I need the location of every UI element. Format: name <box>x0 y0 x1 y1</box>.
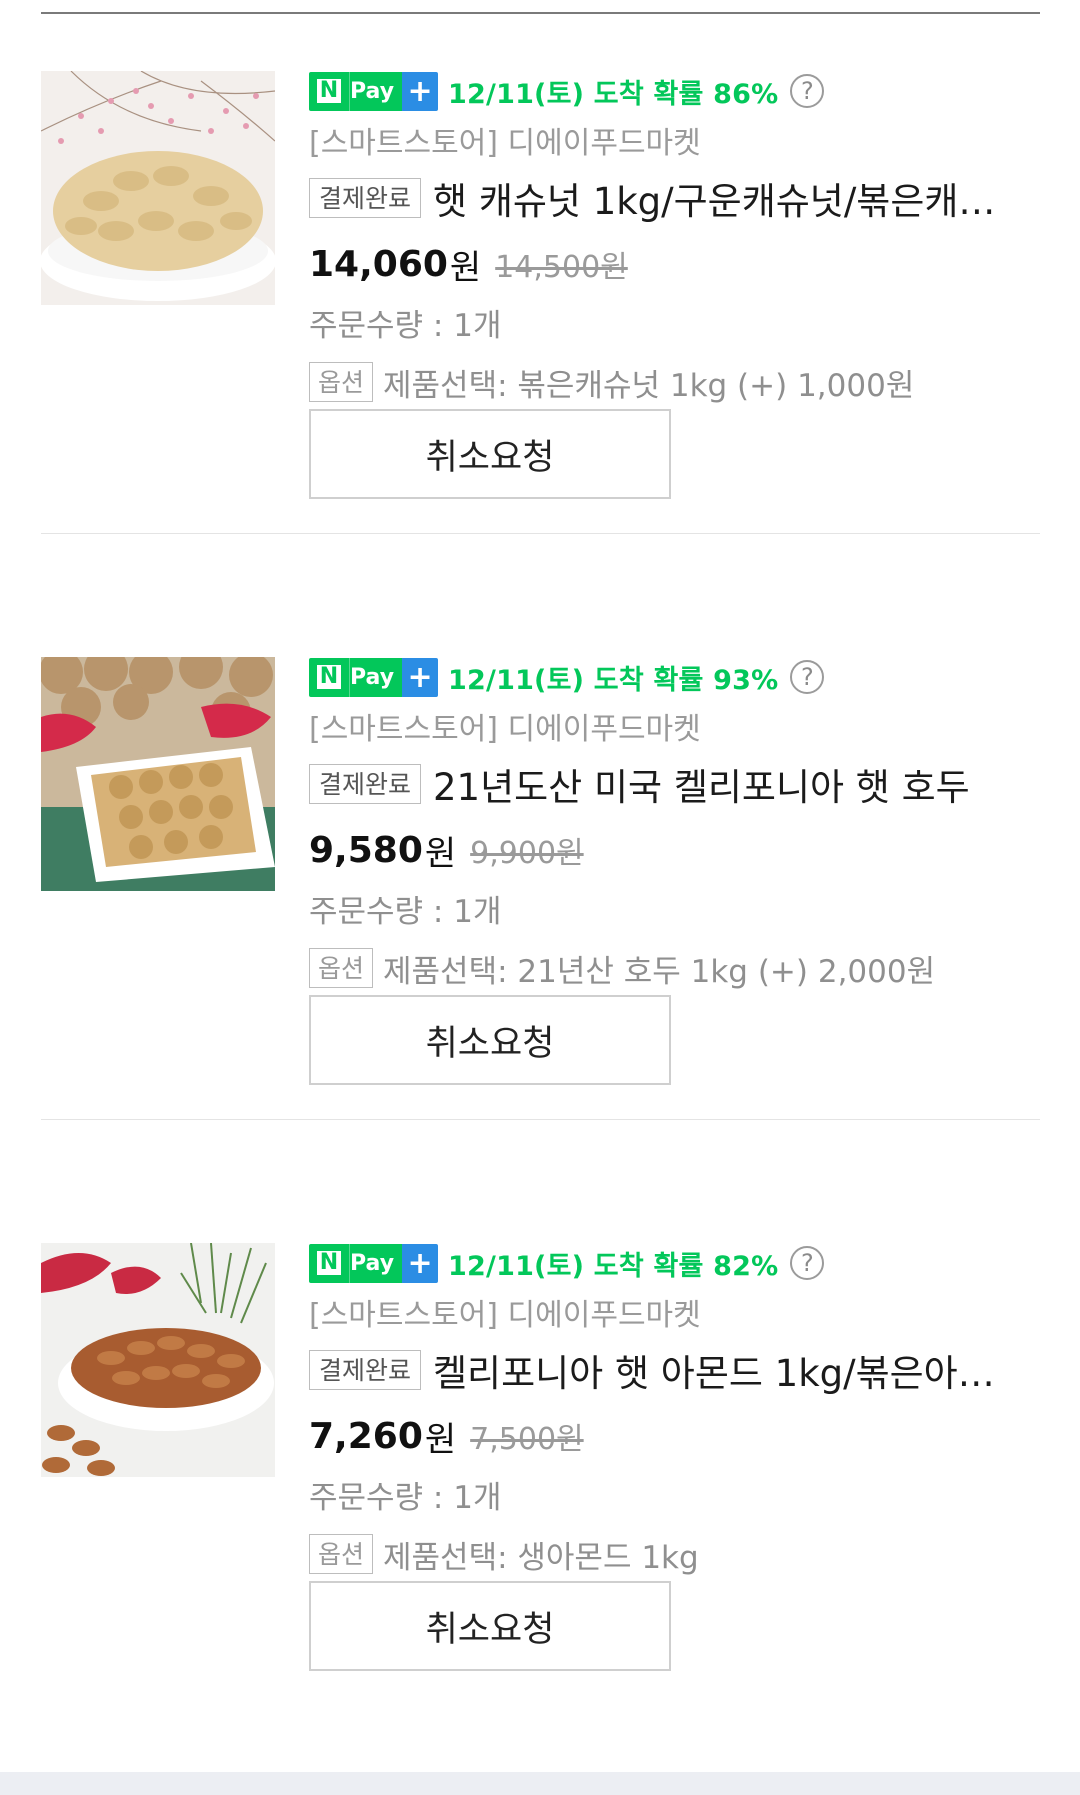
cancel-request-button[interactable]: 취소요청 <box>309 1581 671 1671</box>
option-badge: 옵션 <box>309 948 374 988</box>
plus-icon: + <box>402 1243 439 1283</box>
npay-n-logo: N <box>317 665 341 689</box>
npay-plus-badge: N Pay + <box>309 1243 439 1283</box>
delivery-estimate: 12/11(토) 도착 확률 86% <box>448 78 779 110</box>
product-title[interactable]: 햇 캐슈넛 1kg/구운캐슈넛/볶은캐슈넛 <box>433 172 1013 224</box>
option-text: 제품선택: 볶은캐슈넛 1kg (+) 1,000원 <box>383 367 915 404</box>
price-unit: 원 <box>424 1419 457 1460</box>
option-badge: 옵션 <box>309 1534 374 1574</box>
option-row: 옵션 제품선택: 21년산 호두 1kg (+) 2,000원 <box>309 942 1040 994</box>
help-icon[interactable]: ? <box>790 74 825 108</box>
sale-price: 9,580 <box>309 829 423 871</box>
delivery-estimate: 12/11(토) 도착 확률 82% <box>448 1250 779 1282</box>
title-row: 결제완료 켈리포니아 햇 아몬드 1kg/볶은아몬드 <box>309 1344 1040 1396</box>
walnut-image <box>41 657 275 891</box>
product-title[interactable]: 켈리포니아 햇 아몬드 1kg/볶은아몬드 <box>433 1344 1013 1396</box>
order-item: N Pay + 12/11(토) 도착 확률 86% ? [스마트스토어] 디에… <box>41 14 1040 534</box>
product-image-almond[interactable] <box>41 1243 275 1477</box>
cancel-request-button[interactable]: 취소요청 <box>309 995 671 1085</box>
order-item: N Pay + 12/11(토) 도착 확률 93% ? [스마트스토어] 디에… <box>41 600 1040 1120</box>
product-image-cashew[interactable] <box>41 71 275 305</box>
option-row: 옵션 제품선택: 볶은캐슈넛 1kg (+) 1,000원 <box>309 356 1040 408</box>
npay-n-logo: N <box>317 1251 341 1275</box>
item-divider <box>41 533 1040 534</box>
price-row: 7,260 원 7,500원 <box>309 1408 1040 1464</box>
price-row: 9,580 원 9,900원 <box>309 822 1040 878</box>
option-text: 제품선택: 21년산 호두 1kg (+) 2,000원 <box>383 953 936 990</box>
status-badge: 결제완료 <box>309 764 422 804</box>
order-quantity: 주문수량 : 1개 <box>309 308 502 344</box>
original-price: 9,900원 <box>470 836 584 871</box>
delivery-estimate: 12/11(토) 도착 확률 93% <box>448 664 779 696</box>
order-info: N Pay + 12/11(토) 도착 확률 86% ? [스마트스토어] 디에… <box>309 66 1040 408</box>
option-text: 제품선택: 생아몬드 1kg <box>383 1539 699 1576</box>
title-row: 결제완료 햇 캐슈넛 1kg/구운캐슈넛/볶은캐슈넛 <box>309 172 1040 224</box>
order-info: N Pay + 12/11(토) 도착 확률 93% ? [스마트스토어] 디에… <box>309 652 1040 994</box>
cancel-request-button[interactable]: 취소요청 <box>309 409 671 499</box>
order-info: N Pay + 12/11(토) 도착 확률 82% ? [스마트스토어] 디에… <box>309 1238 1040 1580</box>
product-image-walnut[interactable] <box>41 657 275 891</box>
option-badge: 옵션 <box>309 362 374 402</box>
delivery-row: N Pay + 12/11(토) 도착 확률 86% ? <box>309 66 1040 116</box>
option-row: 옵션 제품선택: 생아몬드 1kg <box>309 1528 1040 1580</box>
npay-plus-badge: N Pay + <box>309 657 439 697</box>
help-icon[interactable]: ? <box>790 660 825 694</box>
npay-plus-badge: N Pay + <box>309 71 439 111</box>
price-unit: 원 <box>449 247 482 288</box>
order-item: N Pay + 12/11(토) 도착 확률 82% ? [스마트스토어] 디에… <box>41 1186 1040 1706</box>
status-badge: 결제완료 <box>309 1350 422 1390</box>
title-row: 결제완료 21년도산 미국 켈리포니아 햇 호두 <box>309 758 1040 810</box>
delivery-row: N Pay + 12/11(토) 도착 확률 82% ? <box>309 1238 1040 1288</box>
plus-icon: + <box>402 71 439 111</box>
npay-pay-label: Pay <box>349 657 403 697</box>
product-title[interactable]: 21년도산 미국 켈리포니아 햇 호두 <box>433 758 970 810</box>
original-price: 7,500원 <box>470 1422 584 1457</box>
sale-price: 7,260 <box>309 1415 423 1457</box>
order-quantity: 주문수량 : 1개 <box>309 1480 502 1516</box>
item-divider <box>41 1119 1040 1120</box>
bottom-section-divider <box>0 1772 1080 1795</box>
status-badge: 결제완료 <box>309 178 422 218</box>
sale-price: 14,060 <box>309 243 448 285</box>
plus-icon: + <box>402 657 439 697</box>
npay-pay-label: Pay <box>349 1243 403 1283</box>
almond-image <box>41 1243 275 1477</box>
store-name[interactable]: [스마트스토어] 디에이푸드마켓 <box>309 1294 1040 1338</box>
delivery-row: N Pay + 12/11(토) 도착 확률 93% ? <box>309 652 1040 702</box>
original-price: 14,500원 <box>495 250 628 285</box>
price-unit: 원 <box>424 833 457 874</box>
help-icon[interactable]: ? <box>790 1246 825 1280</box>
price-row: 14,060 원 14,500원 <box>309 236 1040 292</box>
order-quantity: 주문수량 : 1개 <box>309 894 502 930</box>
npay-pay-label: Pay <box>349 71 403 111</box>
cashew-image <box>41 71 275 305</box>
store-name[interactable]: [스마트스토어] 디에이푸드마켓 <box>309 708 1040 752</box>
npay-n-logo: N <box>317 79 341 103</box>
store-name[interactable]: [스마트스토어] 디에이푸드마켓 <box>309 122 1040 166</box>
